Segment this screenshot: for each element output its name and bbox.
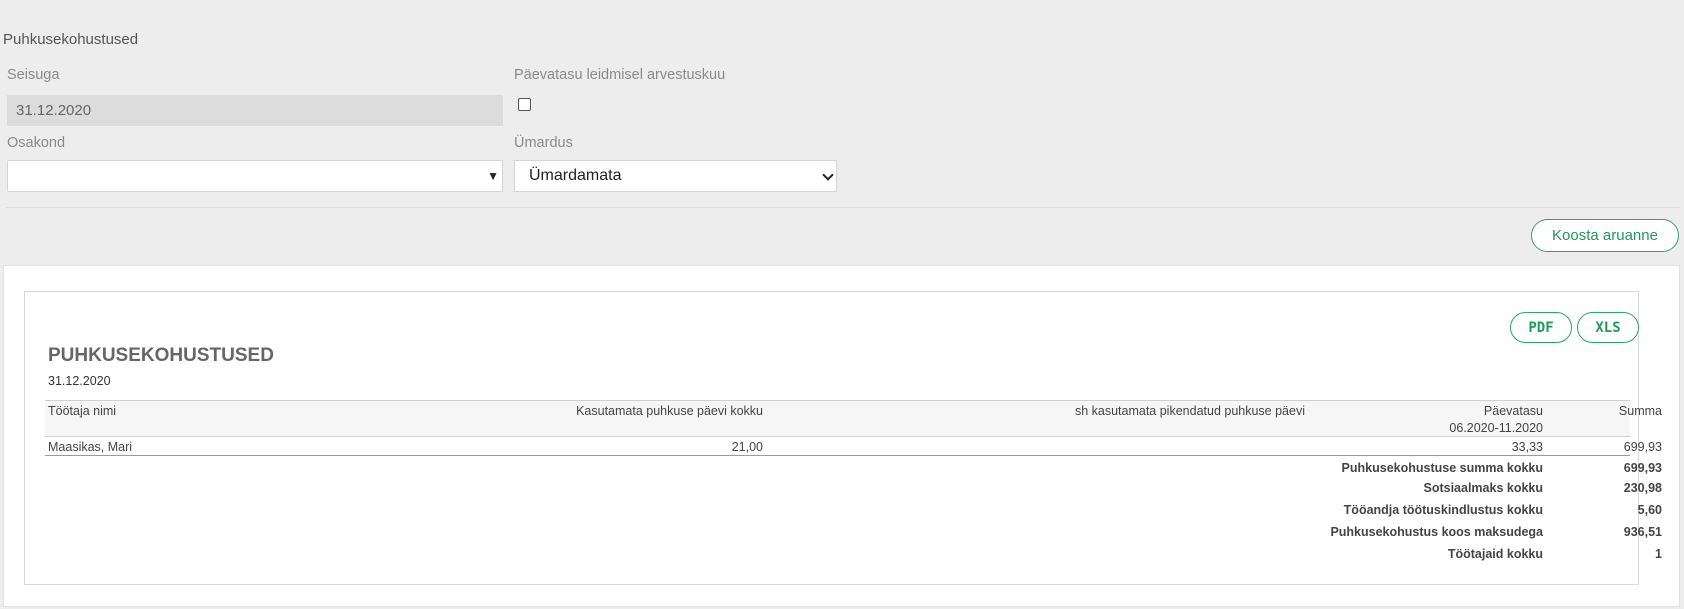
column-header-name: Töötaja nimi [48, 404, 117, 418]
seisuga-date-input[interactable]: 31.12.2020 [7, 95, 503, 126]
row-unused-days: 21,00 [731, 440, 763, 454]
total-label-with-taxes: Puhkusekohustus koos maksudega [1330, 525, 1543, 539]
umardus-select[interactable]: Ümardamata [514, 160, 837, 192]
total-value-unemployment-insurance: 5,60 [1637, 503, 1662, 517]
column-header-extended-days: sh kasutamata pikendatud puhkuse päevi [1074, 404, 1305, 418]
dropdown-triangle-icon: ▼ [487, 169, 499, 183]
row-daily-rate: 33,33 [1511, 440, 1543, 454]
form-divider [5, 207, 1680, 208]
chevron-down-icon [822, 169, 834, 181]
osakond-label: Osakond [7, 135, 66, 151]
report-panel: PDF XLS PUHKUSEKOHUSTUSED 31.12.2020 Töö… [3, 265, 1680, 607]
umardus-label: Ümardus [514, 135, 573, 151]
seisuga-label: Seisuga [7, 67, 60, 83]
xls-export-button[interactable]: XLS [1577, 312, 1639, 343]
row-sum: 699,93 [1623, 440, 1662, 454]
column-header-daily-rate-period: 06.2020-11.2020 [1449, 421, 1543, 435]
row-bottom-line [45, 455, 1630, 456]
paevatasu-checkbox[interactable] [518, 98, 531, 111]
column-header-unused-days: Kasutamata puhkuse päevi kokku [576, 404, 763, 418]
header-bottom-line [45, 436, 1630, 437]
page-title: Puhkusekohustused [3, 31, 139, 48]
report-frame: PDF XLS PUHKUSEKOHUSTUSED 31.12.2020 Töö… [24, 291, 1662, 585]
total-label-employee-count: Töötajaid kokku [1447, 547, 1543, 561]
total-value-vacation-sum: 699,93 [1623, 461, 1662, 475]
pdf-export-button[interactable]: PDF [1510, 312, 1572, 343]
total-value-with-taxes: 936,51 [1623, 525, 1662, 539]
row-name: Maasikas, Mari [48, 440, 133, 454]
report-date: 31.12.2020 [48, 374, 111, 388]
total-label-vacation-sum: Puhkusekohustuse summa kokku [1341, 461, 1543, 475]
report-title: PUHKUSEKOHUSTUSED [48, 345, 274, 366]
column-header-daily-rate: Päevatasu [1483, 404, 1543, 418]
osakond-select[interactable]: ▼ [7, 160, 503, 192]
total-value-social-tax: 230,98 [1623, 481, 1662, 495]
paevatasu-label: Päevatasu leidmisel arvestuskuu [514, 67, 726, 83]
build-report-button[interactable]: Koosta aruanne [1531, 219, 1679, 252]
total-label-social-tax: Sotsiaalmaks kokku [1423, 481, 1543, 495]
total-value-employee-count: 1 [1655, 547, 1662, 561]
total-label-unemployment-insurance: Tööandja töötuskindlustus kokku [1343, 503, 1543, 517]
table-top-line [45, 400, 1630, 401]
column-header-sum: Summa [1618, 404, 1662, 418]
umardus-value: Ümardamata [529, 167, 622, 184]
